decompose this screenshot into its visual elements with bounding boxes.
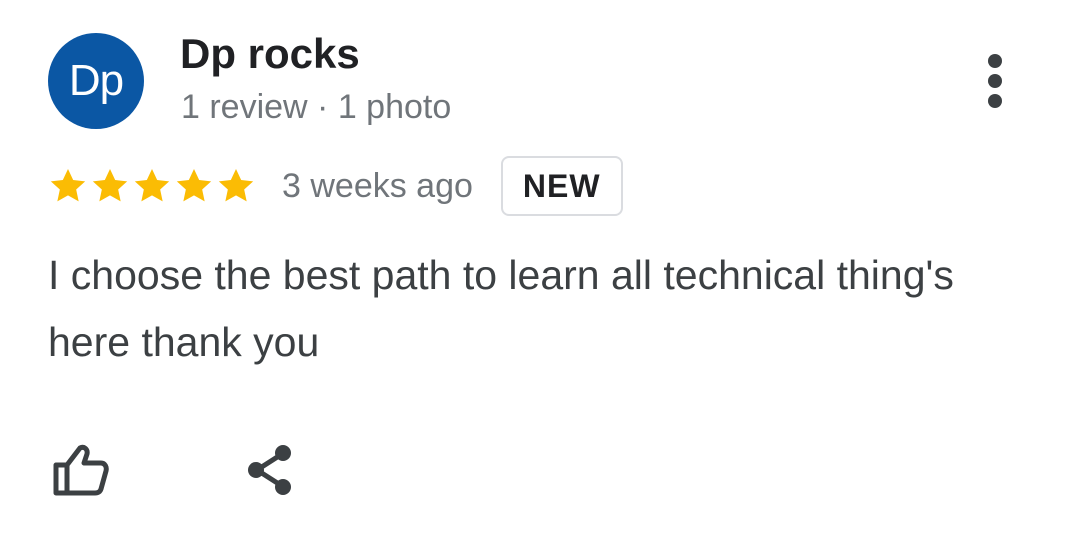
star-rating — [48, 166, 256, 206]
thumbs-up-icon — [53, 444, 109, 496]
like-button[interactable] — [48, 438, 112, 502]
share-icon — [248, 445, 291, 495]
more-vert-icon — [988, 54, 1002, 108]
avatar[interactable]: Dp — [48, 33, 144, 129]
review-time: 3 weeks ago — [282, 166, 473, 205]
star-icon — [92, 169, 128, 202]
star-icon — [50, 169, 86, 202]
author-meta: 1 review · 1 photo — [181, 88, 452, 126]
review-actions — [48, 438, 302, 502]
star-icon — [218, 169, 254, 202]
star-icon — [134, 169, 170, 202]
share-button[interactable] — [238, 438, 302, 502]
review-text: I choose the best path to learn all tech… — [48, 252, 954, 365]
author-name[interactable]: Dp rocks — [180, 30, 360, 78]
avatar-initials: Dp — [68, 56, 124, 105]
more-options-button[interactable] — [972, 52, 1018, 110]
review-card: Dp Dp rocks 1 review · 1 photo 3 weeks a… — [0, 0, 1080, 558]
star-icon — [176, 169, 212, 202]
new-badge: NEW — [500, 156, 623, 216]
rating-row: 3 weeks ago NEW — [48, 154, 623, 218]
